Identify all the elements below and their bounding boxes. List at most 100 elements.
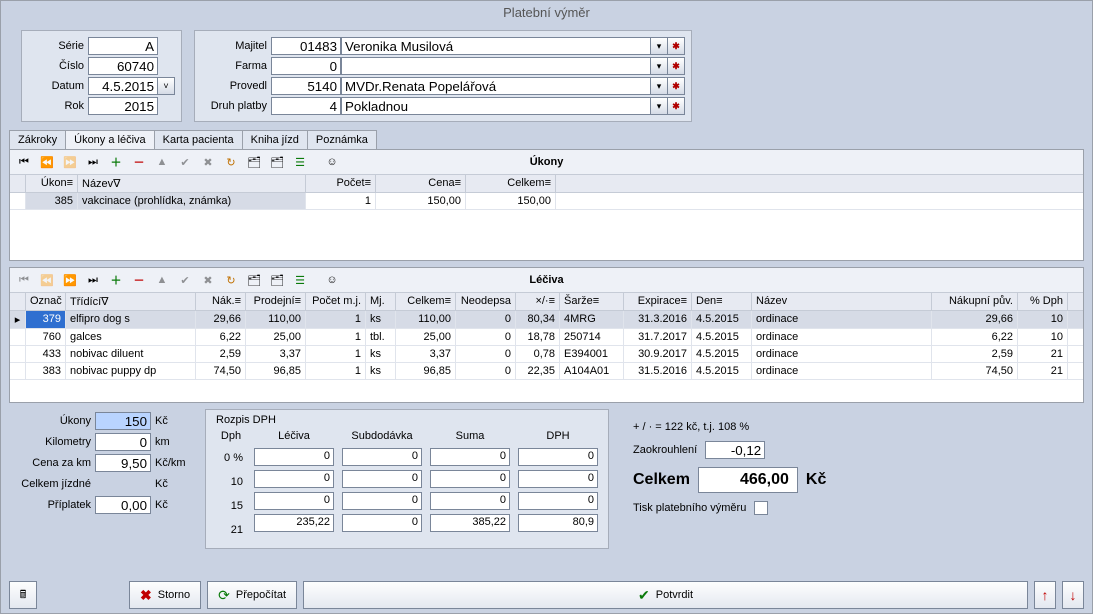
cislo-input[interactable]: [88, 57, 158, 75]
potvrdit-button[interactable]: ✔Potvrdit: [303, 581, 1028, 609]
lec-cell: 10: [1018, 311, 1068, 328]
save-icon[interactable]: ✔: [175, 270, 195, 290]
tisk-checkbox[interactable]: [754, 501, 768, 515]
farma-text[interactable]: [341, 57, 651, 75]
lec-col-xx[interactable]: ×/·≡: [516, 293, 560, 310]
smiley-icon[interactable]: ☺: [322, 270, 342, 290]
majitel-code[interactable]: [271, 37, 341, 55]
nav-last-icon[interactable]: ⏭: [83, 270, 103, 290]
platba-dropdown-icon[interactable]: ▾: [650, 97, 668, 115]
tab-zakroky[interactable]: Zákroky: [9, 130, 66, 149]
card2-icon[interactable]: 🗂: [267, 270, 287, 290]
nav-last-icon[interactable]: ⏭: [83, 152, 103, 172]
green-icon[interactable]: ☰: [290, 270, 310, 290]
card2-icon[interactable]: 🗂: [267, 152, 287, 172]
calc-button[interactable]: 🖩: [9, 581, 37, 609]
serie-input[interactable]: [88, 37, 158, 55]
lec-col-poc[interactable]: Počet m.j.: [306, 293, 366, 310]
remove-icon[interactable]: －: [129, 152, 149, 172]
leciva-row[interactable]: 760galces6,2225,001tbl.25,00018,78250714…: [10, 329, 1083, 346]
cancel-icon[interactable]: ✖: [198, 270, 218, 290]
lec-col-npuv[interactable]: Nákupní pův.: [932, 293, 1018, 310]
platba-lookup-icon[interactable]: ✱: [667, 97, 685, 115]
lec-col-sarze[interactable]: Šarže≡: [560, 293, 624, 310]
farma-dropdown-icon[interactable]: ▾: [650, 57, 668, 75]
majitel-lookup-icon[interactable]: ✱: [667, 37, 685, 55]
save-icon[interactable]: ✔: [175, 152, 195, 172]
ukon-col-pocet[interactable]: Počet≡: [306, 175, 376, 192]
refresh-icon[interactable]: ↻: [221, 270, 241, 290]
ukon-col-ukon[interactable]: Úkon≡: [26, 175, 78, 192]
platba-text[interactable]: [341, 97, 651, 115]
leciva-row[interactable]: 383nobivac puppy dp74,5096,851ks96,85022…: [10, 363, 1083, 380]
green-icon[interactable]: ☰: [290, 152, 310, 172]
tab-kniha-jizd[interactable]: Kniha jízd: [242, 130, 308, 149]
km-input[interactable]: [95, 433, 151, 451]
ukon-col-celkem[interactable]: Celkem≡: [466, 175, 556, 192]
lec-col-nak[interactable]: Nák.≡: [196, 293, 246, 310]
rok-input[interactable]: [88, 97, 158, 115]
edit-icon[interactable]: ▲: [152, 270, 172, 290]
lec-col-dph[interactable]: % Dph: [1018, 293, 1068, 310]
tab-karta-pacienta[interactable]: Karta pacienta: [154, 130, 243, 149]
ukon-col-nazev[interactable]: Název∇: [78, 175, 306, 192]
nav-prev-icon[interactable]: ⏪: [37, 270, 57, 290]
cenakm-input[interactable]: [95, 454, 151, 472]
lec-col-mj[interactable]: Mj.: [366, 293, 396, 310]
card1-icon[interactable]: 🗂: [244, 152, 264, 172]
majitel-dropdown-icon[interactable]: ▾: [650, 37, 668, 55]
nav-next-icon[interactable]: ⏩: [60, 270, 80, 290]
ukony-sum-input[interactable]: [95, 412, 151, 430]
provedl-code[interactable]: [271, 77, 341, 95]
nav-next-icon[interactable]: ⏩: [60, 152, 80, 172]
ukon-col-cena[interactable]: Cena≡: [376, 175, 466, 192]
lec-col-den[interactable]: Den≡: [692, 293, 752, 310]
lec-col-trid[interactable]: Třídící∇: [66, 293, 196, 310]
lec-cell: 22,35: [516, 363, 560, 379]
nav-first-icon[interactable]: ⏮: [14, 270, 34, 290]
tab-poznamka[interactable]: Poznámka: [307, 130, 377, 149]
farma-lookup-icon[interactable]: ✱: [667, 57, 685, 75]
leciva-panel: ⏮ ⏪ ⏩ ⏭ ＋ － ▲ ✔ ✖ ↻ 🗂 🗂 ☰ ☺ Léčiva Označ…: [9, 267, 1084, 403]
smiley-icon[interactable]: ☺: [322, 152, 342, 172]
provedl-dropdown-icon[interactable]: ▾: [650, 77, 668, 95]
dph-cell: 235,22: [254, 514, 334, 532]
nav-first-icon[interactable]: ⏮: [14, 152, 34, 172]
leciva-row[interactable]: 433nobivac diluent2,593,371ks3,3700,78E3…: [10, 346, 1083, 363]
lec-col-ozn[interactable]: Označ: [26, 293, 66, 310]
remove-icon[interactable]: －: [129, 270, 149, 290]
zaok-input[interactable]: [705, 441, 765, 459]
move-down-button[interactable]: ↓: [1062, 581, 1084, 609]
datum-input[interactable]: [88, 77, 158, 95]
lec-cell: 29,66: [932, 311, 1018, 328]
leciva-row[interactable]: ▸379elfipro dog s29,66110,001ks110,00080…: [10, 311, 1083, 329]
cislo-label: Číslo: [28, 60, 88, 72]
platba-code[interactable]: [271, 97, 341, 115]
tabs: Zákroky Úkony a léčiva Karta pacienta Kn…: [1, 130, 1092, 149]
tab-ukony-leciva[interactable]: Úkony a léčiva: [65, 130, 155, 149]
lec-col-neo[interactable]: Neodepsa: [456, 293, 516, 310]
card1-icon[interactable]: 🗂: [244, 270, 264, 290]
lec-col-prod[interactable]: Prodejní≡: [246, 293, 306, 310]
lec-col-nazev[interactable]: Název: [752, 293, 932, 310]
edit-icon[interactable]: ▲: [152, 152, 172, 172]
move-up-button[interactable]: ↑: [1034, 581, 1056, 609]
add-icon[interactable]: ＋: [106, 270, 126, 290]
prepocitat-button[interactable]: ⟳Přepočítat: [207, 581, 297, 609]
add-icon[interactable]: ＋: [106, 152, 126, 172]
majitel-text[interactable]: [341, 37, 651, 55]
pripl-input[interactable]: [95, 496, 151, 514]
provedl-lookup-icon[interactable]: ✱: [667, 77, 685, 95]
refresh-icon[interactable]: ↻: [221, 152, 241, 172]
provedl-text[interactable]: [341, 77, 651, 95]
dph-cell: 0: [518, 470, 598, 488]
lec-cell: 110,00: [246, 311, 306, 328]
ukony-row[interactable]: 385 vakcinace (prohlídka, známka) 1 150,…: [10, 193, 1083, 210]
lec-col-cel[interactable]: Celkem≡: [396, 293, 456, 310]
storno-button[interactable]: ✖Storno: [129, 581, 201, 609]
nav-prev-icon[interactable]: ⏪: [37, 152, 57, 172]
farma-code[interactable]: [271, 57, 341, 75]
cancel-icon[interactable]: ✖: [198, 152, 218, 172]
lec-col-exp[interactable]: Expirace≡: [624, 293, 692, 310]
datum-dropdown-icon[interactable]: ˅: [157, 77, 175, 95]
